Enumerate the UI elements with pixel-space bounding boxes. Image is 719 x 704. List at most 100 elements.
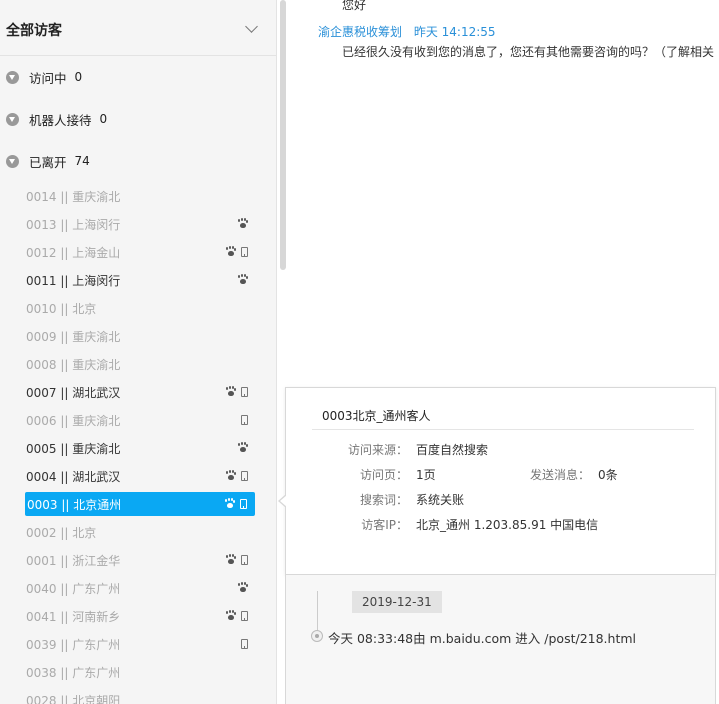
visitor-icons bbox=[226, 555, 248, 565]
visitor-label: 0006 || 重庆渝北 bbox=[26, 413, 121, 428]
visitor-icons bbox=[238, 443, 248, 453]
previous-message: 您好 bbox=[342, 0, 367, 12]
visitor-sidebar: 全部访客 访问中 0 机器人接待 0 已离开 74 0014 || 重庆渝北 00… bbox=[0, 0, 277, 704]
baidu-paw-icon bbox=[238, 583, 248, 593]
collapse-arrow-icon[interactable] bbox=[6, 70, 19, 84]
visitor-label: 0003 || 北京通州 bbox=[27, 497, 122, 512]
info-messages: 发送消息： 0条 bbox=[510, 466, 618, 483]
visitor-icons bbox=[238, 275, 248, 285]
visitor-label: 0004 || 湖北武汉 bbox=[26, 469, 121, 484]
group-count: 0 bbox=[99, 112, 108, 126]
visitor-label: 0013 || 上海闵行 bbox=[26, 217, 121, 232]
visitor-label: 0010 || 北京 bbox=[26, 301, 97, 316]
collapse-arrow-icon[interactable] bbox=[6, 112, 19, 126]
info-label: 搜索词： bbox=[359, 493, 408, 507]
visitor-item[interactable]: 0012 || 上海金山 bbox=[0, 238, 276, 266]
visitor-label: 0014 || 重庆渝北 bbox=[26, 189, 121, 204]
visitor-info-popup: 0003北京_通州客人 访问来源： 百度自然搜索 访问页： 1页 发送消息： 0条 搜… bbox=[278, 387, 716, 575]
baidu-paw-icon bbox=[226, 387, 236, 397]
info-label: 访问页： bbox=[359, 468, 408, 482]
baidu-paw-icon bbox=[226, 247, 236, 257]
baidu-paw-icon bbox=[225, 499, 235, 509]
baidu-paw-icon bbox=[226, 611, 236, 621]
group-visiting[interactable]: 访问中 0 bbox=[0, 56, 276, 98]
group-count: 74 bbox=[74, 154, 90, 168]
visitor-item[interactable]: 0039 || 广东广州 bbox=[0, 630, 276, 658]
sidebar-header[interactable]: 全部访客 bbox=[0, 4, 276, 56]
timeline-event: 今天 08:33:48由 m.baidu.com 进入 /post/218.ht… bbox=[328, 631, 637, 646]
visitor-item[interactable]: 0010 || 北京 bbox=[0, 294, 276, 322]
visitor-item[interactable]: 0013 || 上海闵行 bbox=[0, 210, 276, 238]
visitor-label: 0008 || 重庆渝北 bbox=[26, 357, 121, 372]
visitor-label: 0039 || 广东广州 bbox=[26, 637, 121, 652]
chat-panel: 您好 渝企惠税收筹划 昨天 14:12:55 已经很久没有收到您的消息了，您还有… bbox=[288, 0, 719, 390]
info-label: 访客IP： bbox=[361, 518, 408, 532]
info-value: 系统关账 bbox=[416, 493, 465, 507]
visitor-item[interactable]: 0038 || 广东广州 bbox=[0, 658, 276, 686]
group-left[interactable]: 已离开 74 bbox=[0, 140, 276, 182]
timeline-date: 2019-12-31 bbox=[352, 591, 442, 613]
info-keyword: 搜索词： 系统关账 bbox=[328, 491, 464, 508]
collapse-arrow-icon[interactable] bbox=[6, 154, 19, 168]
baidu-paw-icon bbox=[226, 471, 236, 481]
info-value: 0条 bbox=[598, 468, 618, 482]
mobile-icon bbox=[241, 415, 248, 425]
visitor-item[interactable]: 0040 || 广东广州 bbox=[0, 574, 276, 602]
visitor-icons bbox=[226, 611, 248, 621]
group-label: 机器人接待 bbox=[29, 112, 92, 128]
baidu-paw-icon bbox=[238, 275, 248, 285]
visitor-item[interactable]: 0008 || 重庆渝北 bbox=[0, 350, 276, 378]
visitor-label: 0028 || 北京朝阳 bbox=[26, 693, 121, 704]
sidebar-scrollbar[interactable] bbox=[280, 0, 286, 270]
visitor-icons bbox=[238, 219, 248, 229]
mobile-icon bbox=[241, 555, 248, 565]
divider bbox=[312, 429, 694, 430]
popup-title: 0003北京_通州客人 bbox=[322, 409, 431, 423]
visitor-item[interactable]: 0028 || 北京朝阳 bbox=[0, 686, 276, 704]
visitor-item[interactable]: 0002 || 北京 bbox=[0, 518, 276, 546]
info-label: 发送消息： bbox=[529, 468, 590, 482]
visitor-label: 0011 || 上海闵行 bbox=[26, 273, 121, 288]
sidebar-title: 全部访客 bbox=[6, 22, 62, 39]
info-source: 访问来源： 百度自然搜索 bbox=[328, 441, 488, 458]
info-label: 访问来源： bbox=[347, 443, 408, 457]
message-sender: 渝企惠税收筹划 bbox=[318, 25, 403, 39]
visitor-item[interactable]: 0011 || 上海闵行 bbox=[0, 266, 276, 294]
visitor-item[interactable]: 0004 || 湖北武汉 bbox=[0, 462, 276, 490]
visitor-icons bbox=[238, 583, 248, 593]
visitor-icons bbox=[241, 639, 248, 649]
info-value: 百度自然搜索 bbox=[416, 443, 489, 457]
visitor-item[interactable]: 0005 || 重庆渝北 bbox=[0, 434, 276, 462]
visitor-label: 0040 || 广东广州 bbox=[26, 581, 121, 596]
visitor-item[interactable]: 0041 || 河南新乡 bbox=[0, 602, 276, 630]
visitor-label: 0041 || 河南新乡 bbox=[26, 609, 121, 624]
group-robot[interactable]: 机器人接待 0 bbox=[0, 98, 276, 140]
visitor-icons bbox=[226, 471, 248, 481]
visitor-list: 0014 || 重庆渝北 0013 || 上海闵行 0012 || 上海金山 0011… bbox=[0, 182, 276, 704]
visitor-label: 0005 || 重庆渝北 bbox=[26, 441, 121, 456]
visitor-item[interactable]: 0001 || 浙江金华 bbox=[0, 546, 276, 574]
chevron-down-icon[interactable] bbox=[245, 20, 258, 33]
message-meta: 渝企惠税收筹划 昨天 14:12:55 bbox=[318, 23, 496, 40]
visitor-item[interactable]: 0003 || 北京通州 bbox=[25, 492, 255, 516]
message-time: 昨天 14:12:55 bbox=[413, 25, 496, 39]
baidu-paw-icon bbox=[238, 443, 248, 453]
visitor-label: 0007 || 湖北武汉 bbox=[26, 385, 121, 400]
visitor-icons bbox=[241, 415, 248, 425]
visitor-item[interactable]: 0009 || 重庆渝北 bbox=[0, 322, 276, 350]
mobile-icon bbox=[240, 499, 247, 509]
visitor-label: 0012 || 上海金山 bbox=[26, 245, 121, 260]
visit-timeline: 2019-12-31 今天 08:33:48由 m.baidu.com 进入 /… bbox=[285, 575, 716, 704]
visitor-icons bbox=[226, 247, 248, 257]
visitor-label: 0002 || 北京 bbox=[26, 525, 97, 540]
visitor-item[interactable]: 0007 || 湖北武汉 bbox=[0, 378, 276, 406]
visitor-item[interactable]: 0014 || 重庆渝北 bbox=[0, 182, 276, 210]
mobile-icon bbox=[241, 387, 248, 397]
info-pages: 访问页： 1页 bbox=[328, 466, 436, 483]
baidu-paw-icon bbox=[226, 555, 236, 565]
visitor-label: 0038 || 广东广州 bbox=[26, 665, 121, 680]
mobile-icon bbox=[241, 247, 248, 257]
visitor-item[interactable]: 0006 || 重庆渝北 bbox=[0, 406, 276, 434]
info-ip: 访客IP： 北京_通州 1.203.85.91 中国电信 bbox=[328, 516, 598, 533]
visitor-label: 0009 || 重庆渝北 bbox=[26, 329, 121, 344]
